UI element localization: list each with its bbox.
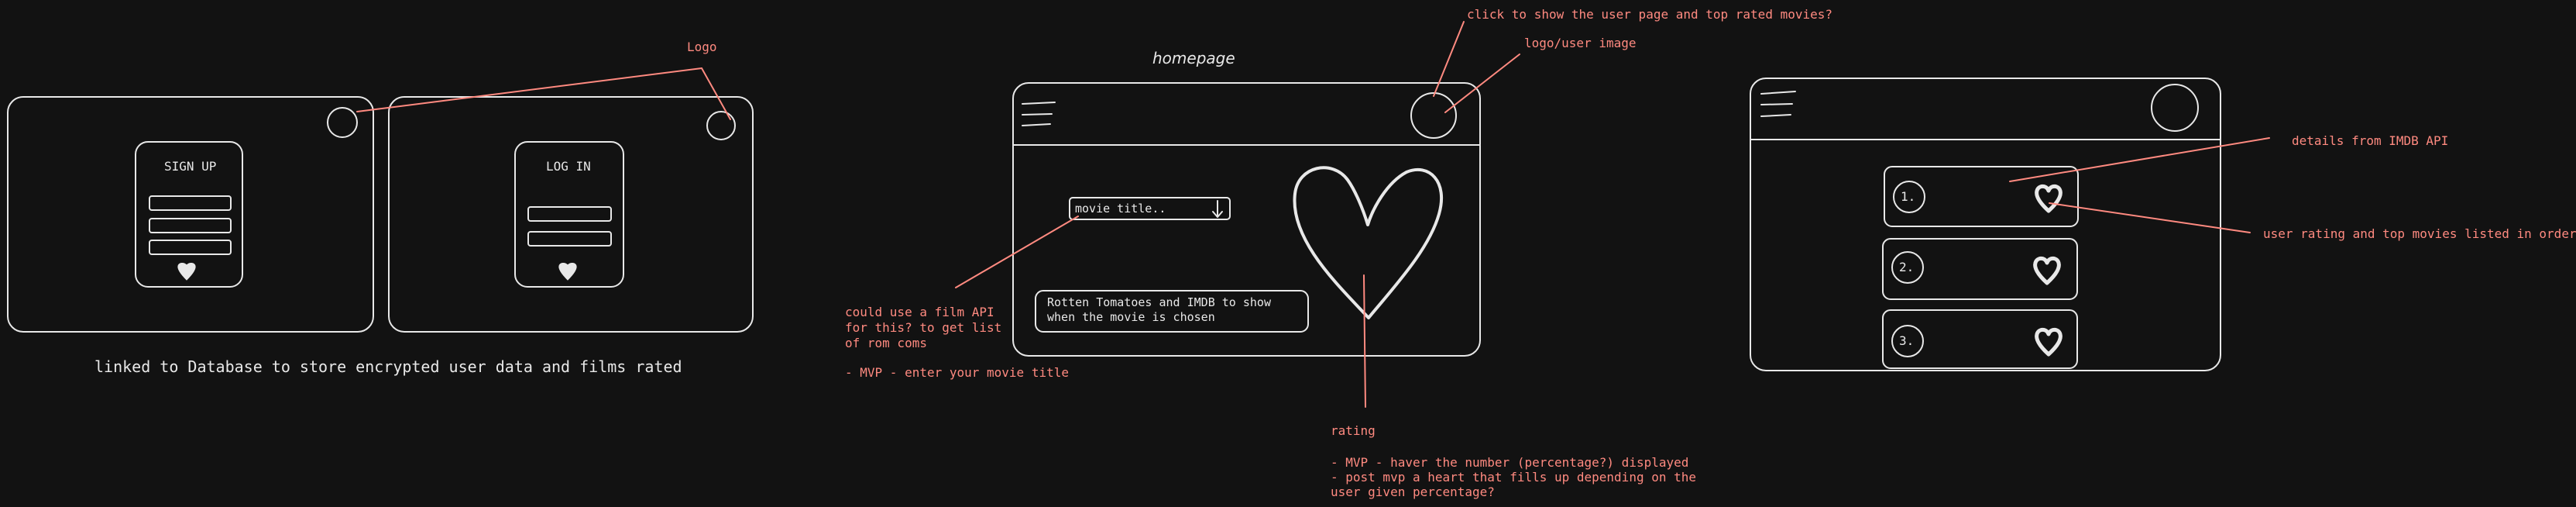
wireframe-canvas: [7, 21, 2270, 408]
signup-logo-circle[interactable]: [327, 107, 358, 138]
rating-note-title: rating: [1331, 423, 1376, 438]
rank-row-1-number: 1.: [1901, 189, 1916, 204]
rating-note-line-1: - MVP - haver the number (percentage?) d…: [1331, 455, 1689, 470]
signup-field-2[interactable]: [149, 218, 232, 233]
login-title: LOG IN: [546, 159, 591, 174]
rank-row-3-heart-icon: [2035, 327, 2063, 357]
rank-row-2-heart-icon: [2033, 256, 2061, 285]
film-api-note-line-2: for this? to get list: [845, 320, 1002, 335]
login-field-2[interactable]: [527, 231, 612, 247]
signup-screen-frame: [7, 96, 374, 333]
signup-title: SIGN UP: [164, 159, 217, 174]
ranking-menu-line-3[interactable]: [1760, 114, 1791, 117]
logo-note: Logo: [687, 40, 717, 54]
ranking-menu-line-2[interactable]: [1760, 103, 1793, 105]
login-field-1[interactable]: [527, 206, 612, 222]
homepage-menu-line-1[interactable]: [1022, 102, 1056, 105]
movie-title-placeholder[interactable]: movie title..: [1075, 202, 1166, 216]
logo-leader-line-login: [701, 67, 731, 120]
rating-heart-icon: [1293, 166, 1444, 319]
ranking-user-image-circle[interactable]: [2151, 84, 2199, 132]
homepage-title: homepage: [1152, 49, 1235, 67]
signup-field-1[interactable]: [149, 195, 232, 211]
api-note-leader-line: [955, 216, 1079, 288]
film-api-note-line-3: of rom coms: [845, 336, 927, 350]
mvp-movie-title-note: - MVP - enter your movie title: [845, 365, 1069, 380]
ranking-menu-line-1[interactable]: [1760, 91, 1796, 95]
homepage-menu-line-2[interactable]: [1022, 113, 1053, 116]
film-api-note-line-1: could use a film API: [845, 305, 994, 319]
rating-note-line-2: - post mvp a heart that fills up dependi…: [1331, 470, 1697, 485]
login-heart-icon: [558, 263, 577, 281]
rank-row-1-heart-icon: [2035, 184, 2063, 213]
ratings-info-line-2: when the movie is chosen: [1047, 310, 1215, 324]
signup-heart-icon: [177, 263, 196, 281]
click-note-leader-line: [1433, 21, 1465, 97]
signup-field-3[interactable]: [149, 240, 232, 255]
logo-user-image-note: logo/user image: [1524, 36, 1637, 50]
rank-row-3-number: 3.: [1899, 333, 1915, 348]
database-note: linked to Database to store encrypted us…: [94, 357, 682, 376]
login-screen-frame: [388, 96, 754, 333]
homepage-user-image-circle[interactable]: [1410, 92, 1457, 139]
rating-note-leader-line: [1363, 274, 1366, 408]
rank-row-2-number: 2.: [1899, 260, 1915, 274]
login-logo-circle[interactable]: [706, 111, 736, 140]
ratings-info-line-1: Rotten Tomatoes and IMDB to show: [1047, 295, 1271, 309]
click-user-page-note: click to show the user page and top rate…: [1467, 7, 1833, 22]
homepage-menu-line-3[interactable]: [1022, 123, 1051, 126]
details-note-leader-line: [2009, 137, 2270, 182]
imdb-details-note: details from IMDB API: [2292, 133, 2449, 148]
logo-leader-line-signup: [356, 67, 702, 112]
user-rating-order-note: user rating and top movies listed in ord…: [2263, 226, 2576, 241]
ranking-page-frame: [1750, 78, 2221, 371]
rating-note-line-3: user given percentage?: [1331, 485, 1495, 499]
